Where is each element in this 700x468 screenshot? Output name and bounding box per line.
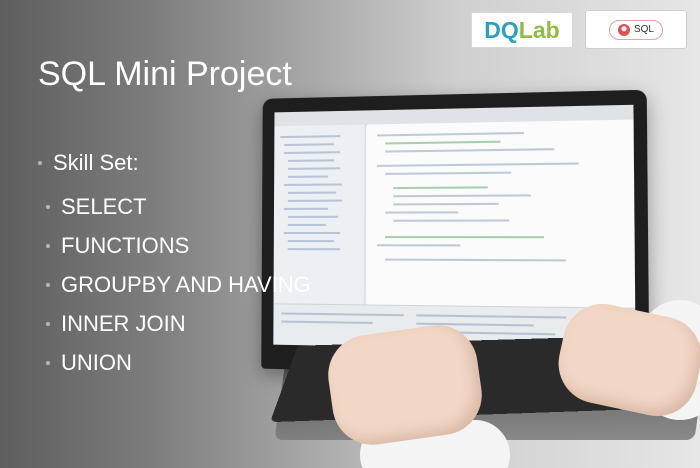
skill-heading-label: Skill Set: <box>53 150 139 175</box>
ide-code-editor <box>366 119 636 309</box>
skill-item: SELECT <box>61 194 147 219</box>
bullet-icon <box>38 161 42 165</box>
list-item: INNER JOIN <box>46 311 186 337</box>
slide: DQ Lab SQL SQL Mini Project Skill Set: SE… <box>0 0 700 468</box>
bullet-icon <box>46 244 50 248</box>
dqlab-logo-lab: Lab <box>518 16 560 43</box>
bullet-icon <box>46 283 50 287</box>
bullet-icon <box>46 361 50 365</box>
skill-item: INNER JOIN <box>61 311 186 336</box>
sql-badge-label: SQL <box>633 24 654 35</box>
slide-title: SQL Mini Project <box>38 55 292 93</box>
list-item: SELECT <box>46 194 147 220</box>
list-item: FUNCTIONS <box>46 233 189 259</box>
list-item: GROUPBY AND HAVING <box>46 272 311 298</box>
bullet-icon <box>46 322 50 326</box>
bullet-icon <box>46 205 50 209</box>
skill-item: FUNCTIONS <box>61 233 190 258</box>
list-item: UNION <box>46 350 132 376</box>
dqlab-logo: DQ Lab <box>471 12 573 48</box>
skill-heading: Skill Set: <box>38 150 139 176</box>
dqlab-logo-dq: DQ <box>484 16 519 43</box>
skill-item: UNION <box>61 350 132 375</box>
skill-item: GROUPBY AND HAVING <box>61 272 311 297</box>
sql-badge: SQL <box>585 10 687 49</box>
sql-pill: SQL <box>608 19 663 40</box>
database-icon <box>617 23 630 36</box>
